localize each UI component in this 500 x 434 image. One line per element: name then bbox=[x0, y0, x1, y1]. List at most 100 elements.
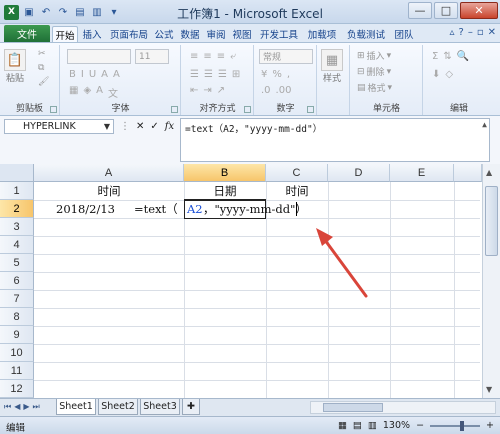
font-launcher-icon[interactable] bbox=[171, 106, 178, 113]
fill-icon[interactable]: ⬇ bbox=[432, 69, 440, 80]
worksheet-grid[interactable]: A B C D E 1 2 3 4 5 6 7 8 9 10 11 12 时间 … bbox=[0, 164, 500, 398]
font-color-icon[interactable]: A bbox=[96, 85, 103, 100]
row-header-10[interactable]: 10 bbox=[0, 344, 34, 362]
insert-function-icon[interactable]: fx bbox=[165, 121, 174, 132]
grow-font-icon[interactable]: A bbox=[101, 69, 108, 80]
bold-icon[interactable]: B bbox=[69, 69, 76, 80]
ribbon-restore-icon[interactable]: ▫ bbox=[477, 27, 484, 38]
align-bottom-icon[interactable]: ≡ bbox=[217, 51, 225, 62]
cut-icon[interactable]: ✂ bbox=[38, 49, 46, 59]
sheet-tab-1[interactable]: Sheet1 bbox=[56, 399, 96, 415]
prev-sheet-icon[interactable]: ◀ bbox=[14, 402, 20, 412]
italic-icon[interactable]: I bbox=[81, 69, 84, 80]
tab-view[interactable]: 视图 bbox=[230, 26, 254, 42]
alignment-launcher-icon[interactable] bbox=[244, 106, 251, 113]
delete-cells-button[interactable]: ⊟ 删除 ▾ bbox=[357, 65, 391, 79]
vertical-scrollbar[interactable]: ▲ ▼ bbox=[482, 164, 500, 398]
sheet-tab-3[interactable]: Sheet3 bbox=[140, 399, 180, 415]
enter-formula-icon[interactable]: ✓ bbox=[150, 121, 158, 132]
next-sheet-icon[interactable]: ▶ bbox=[23, 402, 29, 412]
clipboard-launcher-icon[interactable] bbox=[50, 106, 57, 113]
tab-team[interactable]: 团队 bbox=[392, 26, 416, 42]
cancel-formula-icon[interactable]: ✕ bbox=[136, 121, 144, 132]
sort-filter-icon[interactable]: ⇅ bbox=[443, 51, 451, 62]
number-format-combo[interactable]: 常规 bbox=[259, 49, 313, 64]
align-middle-icon[interactable]: ≡ bbox=[203, 51, 211, 62]
tab-review[interactable]: 审阅 bbox=[204, 26, 228, 42]
cell-a2[interactable]: 2018/2/13 bbox=[56, 200, 115, 218]
row-header-5[interactable]: 5 bbox=[0, 254, 34, 272]
format-cells-button[interactable]: ▤ 格式 ▾ bbox=[357, 81, 392, 95]
page-layout-view-icon[interactable]: ▤ bbox=[353, 420, 362, 431]
column-header-e[interactable]: E bbox=[390, 164, 454, 182]
help-icon[interactable]: ? bbox=[459, 27, 464, 38]
horizontal-scrollbar[interactable] bbox=[310, 401, 496, 414]
normal-view-icon[interactable]: ▦ bbox=[338, 420, 347, 431]
scroll-up-icon[interactable]: ▲ bbox=[486, 168, 492, 177]
cell-b1[interactable]: 日期 bbox=[184, 182, 266, 200]
row-header-7[interactable]: 7 bbox=[0, 290, 34, 308]
row-header-1[interactable]: 1 bbox=[0, 182, 34, 200]
sheet-tab-2[interactable]: Sheet2 bbox=[98, 399, 138, 415]
decrease-decimal-icon[interactable]: .00 bbox=[276, 85, 292, 96]
phonetic-icon[interactable]: 文 bbox=[108, 85, 118, 100]
close-button[interactable]: ✕ bbox=[460, 2, 498, 19]
percent-icon[interactable]: % bbox=[272, 69, 282, 80]
orientation-icon[interactable]: ↗ bbox=[217, 85, 225, 96]
row-header-11[interactable]: 11 bbox=[0, 362, 34, 380]
clear-icon[interactable]: ◇ bbox=[445, 69, 453, 80]
column-header-extra[interactable] bbox=[454, 164, 482, 182]
vertical-scroll-thumb[interactable] bbox=[485, 186, 498, 256]
merge-icon[interactable]: ⊞ bbox=[232, 69, 240, 80]
align-right-icon[interactable]: ☰ bbox=[218, 69, 227, 80]
tab-home[interactable]: 开始 bbox=[52, 26, 78, 42]
row-header-9[interactable]: 9 bbox=[0, 326, 34, 344]
shrink-font-icon[interactable]: A bbox=[113, 69, 120, 80]
currency-icon[interactable]: ¥ bbox=[261, 69, 267, 80]
copy-icon[interactable]: ⧉ bbox=[38, 63, 44, 73]
border-icon[interactable]: ▦ bbox=[69, 85, 78, 100]
cell-c1[interactable]: 时间 bbox=[266, 182, 328, 200]
row-header-3[interactable]: 3 bbox=[0, 218, 34, 236]
horizontal-scroll-thumb[interactable] bbox=[323, 403, 383, 412]
font-name-combo[interactable] bbox=[67, 49, 131, 64]
tab-data[interactable]: 数据 bbox=[178, 26, 202, 42]
row-header-6[interactable]: 6 bbox=[0, 272, 34, 290]
find-select-icon[interactable]: 🔍 bbox=[457, 51, 469, 62]
insert-sheet-icon[interactable]: ✚ bbox=[182, 399, 200, 415]
underline-icon[interactable]: U bbox=[89, 69, 96, 80]
increase-decimal-icon[interactable]: .0 bbox=[261, 85, 271, 96]
tab-insert[interactable]: 插入 bbox=[80, 26, 104, 42]
insert-cells-button[interactable]: ⊞ 插入 ▾ bbox=[357, 49, 391, 63]
tab-developer[interactable]: 开发工具 bbox=[256, 26, 302, 42]
paste-button[interactable]: 📋 粘贴 bbox=[4, 49, 26, 84]
column-header-a[interactable]: A bbox=[34, 164, 184, 182]
scroll-down-icon[interactable]: ▼ bbox=[486, 385, 492, 394]
row-header-4[interactable]: 4 bbox=[0, 236, 34, 254]
expand-formula-bar-icon[interactable]: ▲ bbox=[482, 120, 487, 129]
ribbon-minimize-icon[interactable]: – bbox=[468, 27, 473, 38]
zoom-level[interactable]: 130% bbox=[383, 420, 410, 431]
decrease-indent-icon[interactable]: ⇤ bbox=[190, 85, 198, 96]
number-launcher-icon[interactable] bbox=[307, 106, 314, 113]
column-header-d[interactable]: D bbox=[328, 164, 390, 182]
increase-indent-icon[interactable]: ⇥ bbox=[203, 85, 211, 96]
row-header-8[interactable]: 8 bbox=[0, 308, 34, 326]
tab-page-layout[interactable]: 页面布局 bbox=[106, 26, 152, 42]
row-header-12[interactable]: 12 bbox=[0, 380, 34, 398]
tab-add-ins[interactable]: 加载项 bbox=[304, 26, 340, 42]
zoom-out-icon[interactable]: − bbox=[416, 420, 424, 431]
formula-input[interactable]: =text（A2，"yyyy-mm-dd"） ▲ bbox=[180, 118, 490, 162]
format-painter-icon[interactable]: 🖌 bbox=[38, 77, 49, 87]
align-center-icon[interactable]: ☰ bbox=[204, 69, 213, 80]
first-sheet-icon[interactable]: ⏮ bbox=[4, 402, 11, 412]
wrap-text-icon[interactable]: ⤶ bbox=[230, 51, 236, 62]
column-header-c[interactable]: C bbox=[266, 164, 328, 182]
zoom-in-icon[interactable]: + bbox=[486, 420, 494, 431]
last-sheet-icon[interactable]: ⏭ bbox=[33, 402, 40, 412]
comma-icon[interactable]: , bbox=[287, 69, 290, 80]
column-header-b[interactable]: B bbox=[184, 164, 266, 182]
row-header-2[interactable]: 2 bbox=[0, 200, 34, 218]
cell-a1[interactable]: 时间 bbox=[34, 182, 184, 200]
align-left-icon[interactable]: ☰ bbox=[190, 69, 199, 80]
